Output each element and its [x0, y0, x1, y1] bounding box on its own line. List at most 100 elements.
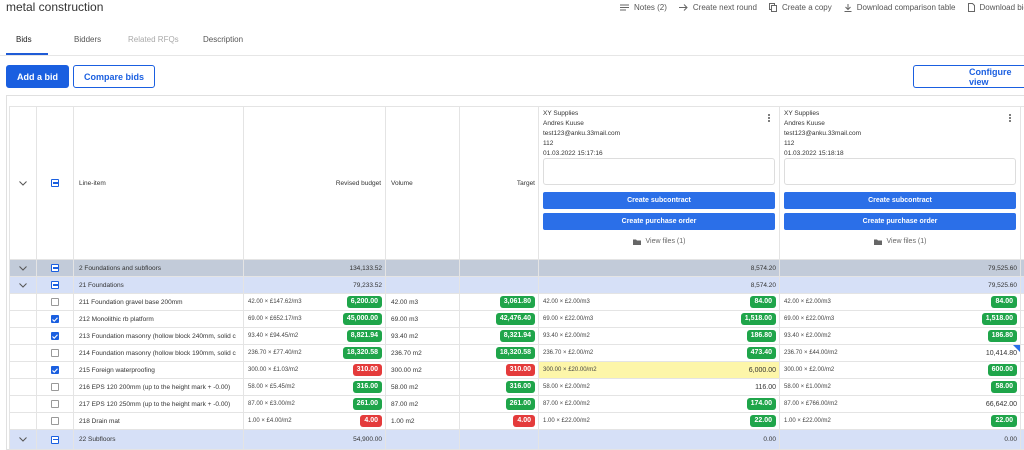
header-target: Target [460, 106, 539, 260]
group-volume [386, 430, 460, 450]
row-checkbox-cell[interactable] [37, 311, 74, 328]
configure-view-button[interactable]: Configure view [913, 65, 1024, 88]
more-options-icon[interactable] [1008, 113, 1012, 123]
group-checkbox-cell[interactable] [37, 277, 74, 294]
bid1-value: 1,518.00 [740, 313, 776, 325]
row-checkbox-cell[interactable] [37, 328, 74, 345]
notes-button[interactable]: Notes (2) [620, 3, 667, 12]
arrow-right-icon [678, 4, 688, 11]
revised-budget-cell[interactable]: 58.00 × £5.45/m2 316.00 [244, 379, 386, 396]
bid2-cell[interactable]: 58.00 × £1.00/m2 58.00 [780, 379, 1021, 396]
download-comparison-table-button[interactable]: Download comparison table [844, 3, 956, 12]
add-bid-button[interactable]: Add a bid [6, 65, 69, 88]
create-next-round-button[interactable]: Create next round [678, 3, 757, 12]
row-checkbox[interactable] [51, 332, 59, 340]
bid1-cell[interactable]: 87.00 × £2.00/m2 174.00 [539, 396, 780, 413]
row-checkbox[interactable] [51, 366, 59, 374]
chevron-down-icon [19, 180, 27, 186]
group-revised-budget: 79,233.52 [244, 277, 386, 294]
bid2-value: 1,518.00 [981, 313, 1017, 325]
view-files-link[interactable]: View files (1) [539, 238, 779, 245]
group-checkbox-cell[interactable] [37, 260, 74, 277]
bid-note-field[interactable] [543, 158, 775, 185]
group-checkbox[interactable] [51, 281, 59, 289]
row-spacer [9, 379, 37, 396]
bid1-cell[interactable]: 42.00 × £2.00/m3 84.00 [539, 294, 780, 311]
bidder-email: test123@anku.33mail.com [543, 130, 621, 137]
select-all-checkbox-cell[interactable] [37, 106, 74, 260]
bid2-cell[interactable]: 42.00 × £2.00/m3 84.00 [780, 294, 1021, 311]
revised-budget-cell[interactable]: 1.00 × £4.00/m2 4.00 [244, 413, 386, 430]
row-checkbox-cell[interactable] [37, 413, 74, 430]
bid-note-field[interactable] [784, 158, 1016, 185]
revised-budget-value: 45,000.00 [342, 313, 382, 325]
line-item-name: 211 Foundation gravel base 200mm [74, 294, 244, 311]
group-checkbox-cell[interactable] [37, 430, 74, 450]
bidder-phone: 112 [543, 140, 554, 147]
bid2-value: 66,642.00 [985, 400, 1017, 408]
tab-description[interactable]: Description [203, 35, 243, 44]
bidder-info-2: XY Supplies Andres Kuuse test123@anku.33… [784, 109, 861, 159]
row-checkbox[interactable] [51, 417, 59, 425]
bid2-cell[interactable]: 1.00 × £22.00/m2 22.00 [780, 413, 1021, 430]
row-checkbox-cell[interactable] [37, 396, 74, 413]
view-files-link[interactable]: View files (1) [780, 238, 1020, 245]
row-checkbox-cell[interactable] [37, 294, 74, 311]
tab-bidders[interactable]: Bidders [74, 35, 101, 44]
create-purchase-order-button[interactable]: Create purchase order [784, 213, 1016, 230]
revised-budget-cell[interactable]: 236.70 × £77.40/m2 18,320.58 [244, 345, 386, 362]
row-checkbox[interactable] [51, 315, 59, 323]
row-checkbox-cell[interactable] [37, 362, 74, 379]
bid1-value: 84.00 [750, 296, 776, 308]
row-checkbox[interactable] [51, 298, 59, 306]
row-checkbox[interactable] [51, 349, 59, 357]
bid1-cell[interactable]: 58.00 × £2.00/m2 116.00 [539, 379, 780, 396]
target-value: 316.00 [505, 381, 535, 393]
bid2-cell[interactable]: 93.40 × £2.00/m2 186.80 [780, 328, 1021, 345]
select-all-checkbox[interactable] [51, 179, 59, 187]
bid1-cell[interactable]: 1.00 × £22.00/m2 22.00 [539, 413, 780, 430]
table-row: 217 EPS 120 250mm (up to the height mark… [9, 396, 1024, 413]
revised-budget-cell[interactable]: 42.00 × £147.62/m3 6,200.00 [244, 294, 386, 311]
group-expand-toggle[interactable] [9, 277, 37, 294]
download-bid-template-button[interactable]: Download bid templ [967, 3, 1024, 12]
row-checkbox-cell[interactable] [37, 379, 74, 396]
bid2-cell[interactable]: 300.00 × £2.00/m2 600.00 [780, 362, 1021, 379]
bid1-cell[interactable]: 300.00 × £20.00/m2 6,000.00 [539, 362, 780, 379]
compare-bids-button[interactable]: Compare bids [73, 65, 155, 88]
bid2-cell[interactable]: 69.00 × £22.00/m3 1,518.00 [780, 311, 1021, 328]
bidder-company: XY Supplies [543, 110, 579, 117]
revised-budget-value: 316.00 [352, 381, 382, 393]
table-row: 218 Drain mat 1.00 × £4.00/m2 4.00 1.00 m2 4… [9, 413, 1024, 430]
expand-all-toggle[interactable] [9, 106, 37, 260]
tab-bids[interactable]: Bids [16, 35, 32, 44]
revised-budget-cell[interactable]: 300.00 × £1.03/m2 310.00 [244, 362, 386, 379]
bid1-cell[interactable]: 93.40 × £2.00/m2 186.80 [539, 328, 780, 345]
create-subcontract-button[interactable]: Create subcontract [784, 192, 1016, 209]
bid1-cell[interactable]: 69.00 × £22.00/m3 1,518.00 [539, 311, 780, 328]
bidder-info-1: XY Supplies Andres Kuuse test123@anku.33… [543, 109, 620, 159]
bid2-cell[interactable]: 236.70 × £44.00/m2 10,414.80 [780, 345, 1021, 362]
row-checkbox[interactable] [51, 400, 59, 408]
group-expand-toggle[interactable] [9, 430, 37, 450]
comment-flag-icon[interactable] [1013, 345, 1020, 352]
create-copy-button[interactable]: Create a copy [768, 3, 832, 12]
tab-related-rfqs[interactable]: Related RFQs [128, 35, 179, 44]
target-cell: 3,061.80 [460, 294, 539, 311]
create-purchase-order-button[interactable]: Create purchase order [543, 213, 775, 230]
group-revised-budget: 54,900.00 [244, 430, 386, 450]
group-expand-toggle[interactable] [9, 260, 37, 277]
volume-cell: 42.00 m3 [386, 294, 460, 311]
group-target [460, 430, 539, 450]
create-subcontract-button[interactable]: Create subcontract [543, 192, 775, 209]
revised-budget-cell[interactable]: 93.40 × £94.45/m2 8,821.94 [244, 328, 386, 345]
group-checkbox[interactable] [51, 435, 59, 444]
bid1-cell[interactable]: 236.70 × £2.00/m2 473.40 [539, 345, 780, 362]
bid2-cell[interactable]: 87.00 × £766.00/m2 66,642.00 [780, 396, 1021, 413]
more-options-icon[interactable] [767, 113, 771, 123]
group-checkbox[interactable] [51, 264, 59, 272]
revised-budget-cell[interactable]: 87.00 × £3.00/m2 261.00 [244, 396, 386, 413]
row-checkbox-cell[interactable] [37, 345, 74, 362]
revised-budget-cell[interactable]: 69.00 × £652.17/m3 45,000.00 [244, 311, 386, 328]
row-checkbox[interactable] [51, 383, 59, 391]
